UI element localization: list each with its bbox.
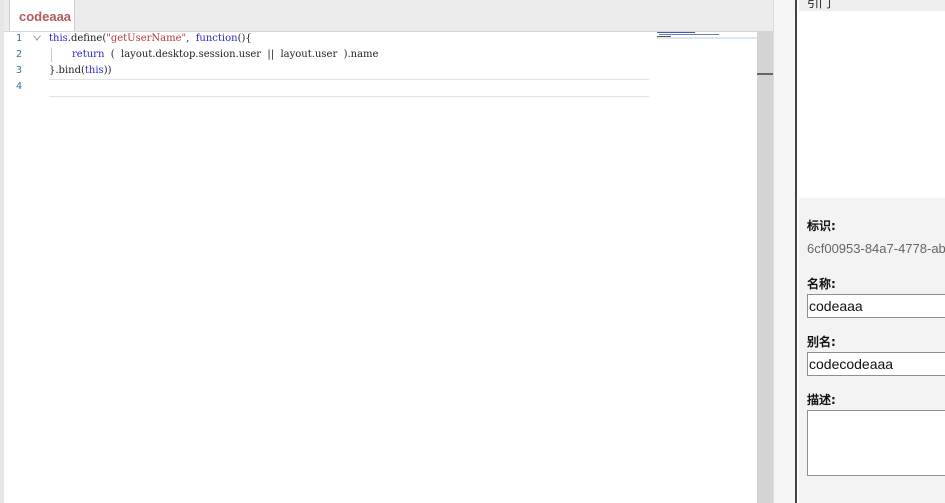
pane-splitter[interactable] bbox=[773, 0, 795, 503]
code-token: ( layout.desktop.session.user || layout.… bbox=[104, 49, 379, 60]
code-token: return bbox=[72, 49, 105, 60]
alias-label: 别名: bbox=[807, 335, 836, 349]
description-label: 描述: bbox=[807, 393, 836, 407]
list-item-label: 引门 bbox=[807, 0, 832, 10]
code-token: this bbox=[49, 33, 68, 44]
code-line-1: this.define("getUserName", function(){ bbox=[49, 31, 252, 47]
line-number: 3 bbox=[16, 65, 23, 76]
code-token: }.bind( bbox=[49, 65, 85, 76]
code-token: this bbox=[84, 65, 104, 76]
id-value: 6cf00953-84a7-4778-ab4 bbox=[807, 241, 945, 256]
code-line-3: }.bind(this)) bbox=[49, 63, 112, 79]
scrollbar-marker bbox=[757, 73, 773, 75]
line-number: 4 bbox=[16, 81, 23, 92]
minimap-viewport bbox=[657, 37, 757, 39]
code-token: .define( bbox=[67, 33, 107, 44]
fold-chevron-icon[interactable] bbox=[33, 35, 41, 41]
line-number: 1 bbox=[16, 33, 23, 44]
name-field[interactable]: codeaaa bbox=[807, 294, 945, 318]
tab-label: codeaaa bbox=[19, 9, 72, 24]
code-token: (){ bbox=[237, 33, 252, 44]
property-panel: 引门 标识: 6cf00953-84a7-4778-ab4 名称: codeaa… bbox=[795, 0, 945, 503]
tab-codeaaa[interactable]: codeaaa bbox=[9, 0, 75, 31]
editor-scrollbar[interactable] bbox=[757, 31, 773, 503]
code-token: function bbox=[195, 33, 238, 44]
line-number-gutter: 1 2 3 4 bbox=[4, 31, 44, 503]
description-textarea[interactable] bbox=[807, 410, 945, 476]
code-token: "getUserName" bbox=[106, 33, 187, 44]
editor-tab-bar: codeaaa bbox=[4, 0, 773, 32]
alias-field[interactable]: codecodeaaa bbox=[807, 352, 945, 376]
code-token: , bbox=[186, 33, 196, 44]
properties-form: 标识: 6cf00953-84a7-4778-ab4 名称: codeaaa 别… bbox=[799, 198, 945, 503]
id-label: 标识: bbox=[807, 219, 836, 233]
code-editor-pane: codeaaa 1 2 3 4 this.define("getUserName… bbox=[0, 0, 773, 503]
active-line-highlight bbox=[49, 79, 649, 97]
indent-guide bbox=[51, 48, 52, 62]
item-list[interactable]: 引门 bbox=[799, 0, 945, 199]
code-token: )) bbox=[103, 65, 112, 76]
code-line-2: return ( layout.desktop.session.user || … bbox=[72, 47, 378, 63]
name-label: 名称: bbox=[807, 277, 836, 291]
line-number: 2 bbox=[16, 49, 23, 60]
list-item[interactable]: 引门 bbox=[799, 0, 945, 11]
